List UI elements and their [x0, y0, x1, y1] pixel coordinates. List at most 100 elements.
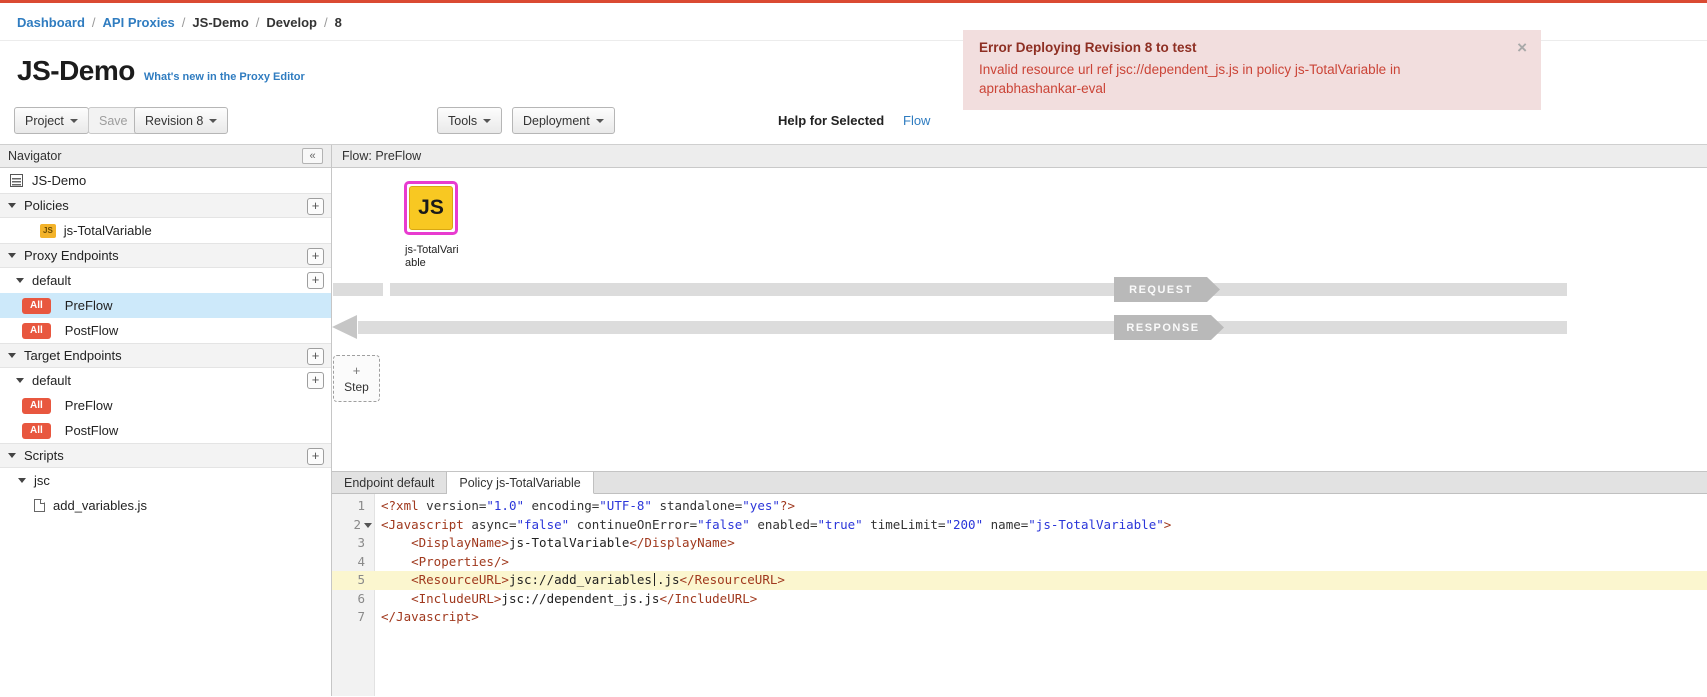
all-badge: All [22, 423, 51, 439]
sidebar-item-default[interactable]: default+ [0, 268, 331, 293]
code-line-3[interactable]: 3 <DisplayName>js-TotalVariable</Display… [332, 534, 1707, 553]
error-message: Invalid resource url ref jsc://dependent… [979, 60, 1484, 98]
caret-down-icon [483, 119, 491, 123]
code-line-text: </Javascript> [374, 608, 1707, 627]
sidebar-item-scripts[interactable]: Scripts+ [0, 443, 331, 468]
revision-button-label: Revision 8 [145, 114, 203, 128]
flow-header: Flow: PreFlow [332, 145, 1707, 168]
add-button[interactable]: + [307, 348, 324, 365]
sidebar-item-policies[interactable]: Policies + [0, 193, 331, 218]
add-button[interactable]: + [307, 272, 324, 289]
line-number: 3 [332, 534, 374, 553]
sidebar-item-label: Target Endpoints [24, 348, 122, 363]
caret-down-icon [8, 453, 16, 458]
request-lane [390, 283, 1567, 296]
content: Navigator « JS-Demo Policies + JS js-TotalVa… [0, 145, 1707, 696]
sidebar-item-label: js-TotalVariable [64, 223, 152, 238]
fold-icon[interactable] [364, 523, 372, 528]
sidebar-item-postflow[interactable]: All PostFlow [0, 418, 331, 443]
flow-header-label: Flow: PreFlow [342, 149, 421, 163]
caret-down-icon [596, 119, 604, 123]
page-title: JS-Demo [17, 55, 135, 87]
help-for-selected-label: Help for Selected [778, 113, 884, 128]
tab-policy-js-totalvariable[interactable]: Policy js-TotalVariable [447, 472, 593, 494]
tab-endpoint-default[interactable]: Endpoint default [332, 472, 447, 493]
sidebar-item-label: PostFlow [65, 323, 118, 338]
add-button[interactable]: + [307, 448, 324, 465]
policy-node-js-totalvariable[interactable]: JS [404, 181, 458, 235]
caret-down-icon [16, 378, 24, 383]
line-number: 6 [332, 590, 374, 609]
sidebar-item-label: default [32, 373, 71, 388]
code-line-5[interactable]: 5 <ResourceURL>jsc://add_variables.js</R… [332, 571, 1707, 590]
add-button[interactable]: + [307, 372, 324, 389]
code-line-text: <IncludeURL>jsc://dependent_js.js</Inclu… [374, 590, 1707, 609]
save-button[interactable]: Save [88, 107, 139, 134]
sidebar-item-label: Policies [24, 198, 69, 213]
code-line-2[interactable]: 2<Javascript async="false" continueOnErr… [332, 516, 1707, 535]
code-line-text: <ResourceURL>jsc://add_variables.js</Res… [374, 571, 1707, 590]
breadcrumb-item-js-demo: JS-Demo [192, 15, 248, 30]
code-line-1[interactable]: 1<?xml version="1.0" encoding="UTF-8" st… [332, 497, 1707, 516]
code-line-4[interactable]: 4 <Properties/> [332, 553, 1707, 572]
sidebar-item-label: PreFlow [65, 398, 113, 413]
help-flow-link[interactable]: Flow [903, 113, 930, 128]
sidebar-item-postflow[interactable]: All PostFlow [0, 318, 331, 343]
add-step-button[interactable]: + Step [333, 355, 380, 402]
plus-icon: + [353, 364, 361, 377]
sidebar-item-label: PreFlow [65, 298, 113, 313]
line-number: 5 [332, 571, 374, 590]
proxy-icon [10, 174, 23, 187]
flow-canvas: JS js-TotalVariable REQUEST RESPONSE + S… [332, 168, 1707, 471]
deployment-button[interactable]: Deployment [512, 107, 615, 134]
all-badge: All [22, 323, 51, 339]
sidebar-item-label: PostFlow [65, 423, 118, 438]
collapse-navigator-button[interactable]: « [302, 148, 323, 164]
navigator-header: Navigator « [0, 145, 331, 168]
sidebar-item-default[interactable]: default + [0, 368, 331, 393]
error-title: Error Deploying Revision 8 to test [979, 40, 1525, 55]
save-button-label: Save [99, 114, 128, 128]
line-number: 2 [332, 516, 374, 535]
code-line-7[interactable]: 7</Javascript> [332, 608, 1707, 627]
add-button[interactable]: + [307, 248, 324, 265]
sidebar-item-js-totalvariable[interactable]: JS js-TotalVariable [0, 218, 331, 243]
sidebar-item-js-demo[interactable]: JS-Demo [0, 168, 331, 193]
tools-button[interactable]: Tools [437, 107, 502, 134]
sidebar-item-proxy-endpoints[interactable]: Proxy Endpoints + [0, 243, 331, 268]
breadcrumb-item-dashboard[interactable]: Dashboard [17, 15, 85, 30]
sidebar-item-jsc[interactable]: jsc [0, 468, 331, 493]
whats-new-link[interactable]: What's new in the Proxy Editor [144, 71, 305, 83]
sidebar-item-preflow[interactable]: All PreFlow [0, 393, 331, 418]
navigator-panel: Navigator « JS-Demo Policies + JS js-TotalVa… [0, 145, 332, 696]
add-button[interactable]: + [307, 198, 324, 215]
sidebar-item-target-endpoints[interactable]: Target Endpoints + [0, 343, 331, 368]
code-area[interactable]: 1<?xml version="1.0" encoding="UTF-8" st… [332, 494, 1707, 696]
project-button-label: Project [25, 114, 64, 128]
response-flow-label: RESPONSE [1114, 315, 1224, 340]
tools-button-label: Tools [448, 114, 477, 128]
navigator-tree: JS-Demo Policies + JS js-TotalVariable Proxy … [0, 168, 331, 518]
close-icon[interactable]: × [1517, 38, 1527, 58]
breadcrumb-separator: / [324, 15, 328, 30]
caret-down-icon [70, 119, 78, 123]
all-badge: All [22, 398, 51, 414]
project-button[interactable]: Project [14, 107, 89, 134]
deployment-button-label: Deployment [523, 114, 590, 128]
sidebar-item-label: Proxy Endpoints [24, 248, 119, 263]
code-line-6[interactable]: 6 <IncludeURL>jsc://dependent_js.js</Inc… [332, 590, 1707, 609]
line-number: 1 [332, 497, 374, 516]
caret-down-icon [8, 253, 16, 258]
request-flow-label: REQUEST [1114, 277, 1220, 302]
error-banner: Error Deploying Revision 8 to test Inval… [963, 30, 1541, 110]
proxy-editor-page: Dashboard/API Proxies/JS-Demo/Develop/8 … [0, 0, 1707, 697]
breadcrumb-separator: / [256, 15, 260, 30]
js-policy-icon: JS [40, 224, 56, 238]
main-panel: Flow: PreFlow JS js-TotalVariable REQUES… [332, 145, 1707, 696]
sidebar-item-add-variables-js[interactable]: add_variables.js [0, 493, 331, 518]
breadcrumb-separator: / [92, 15, 96, 30]
sidebar-item-preflow[interactable]: AllPreFlow [0, 293, 331, 318]
line-number: 4 [332, 553, 374, 572]
breadcrumb-item-api-proxies[interactable]: API Proxies [103, 15, 175, 30]
revision-button[interactable]: Revision 8 [134, 107, 228, 134]
